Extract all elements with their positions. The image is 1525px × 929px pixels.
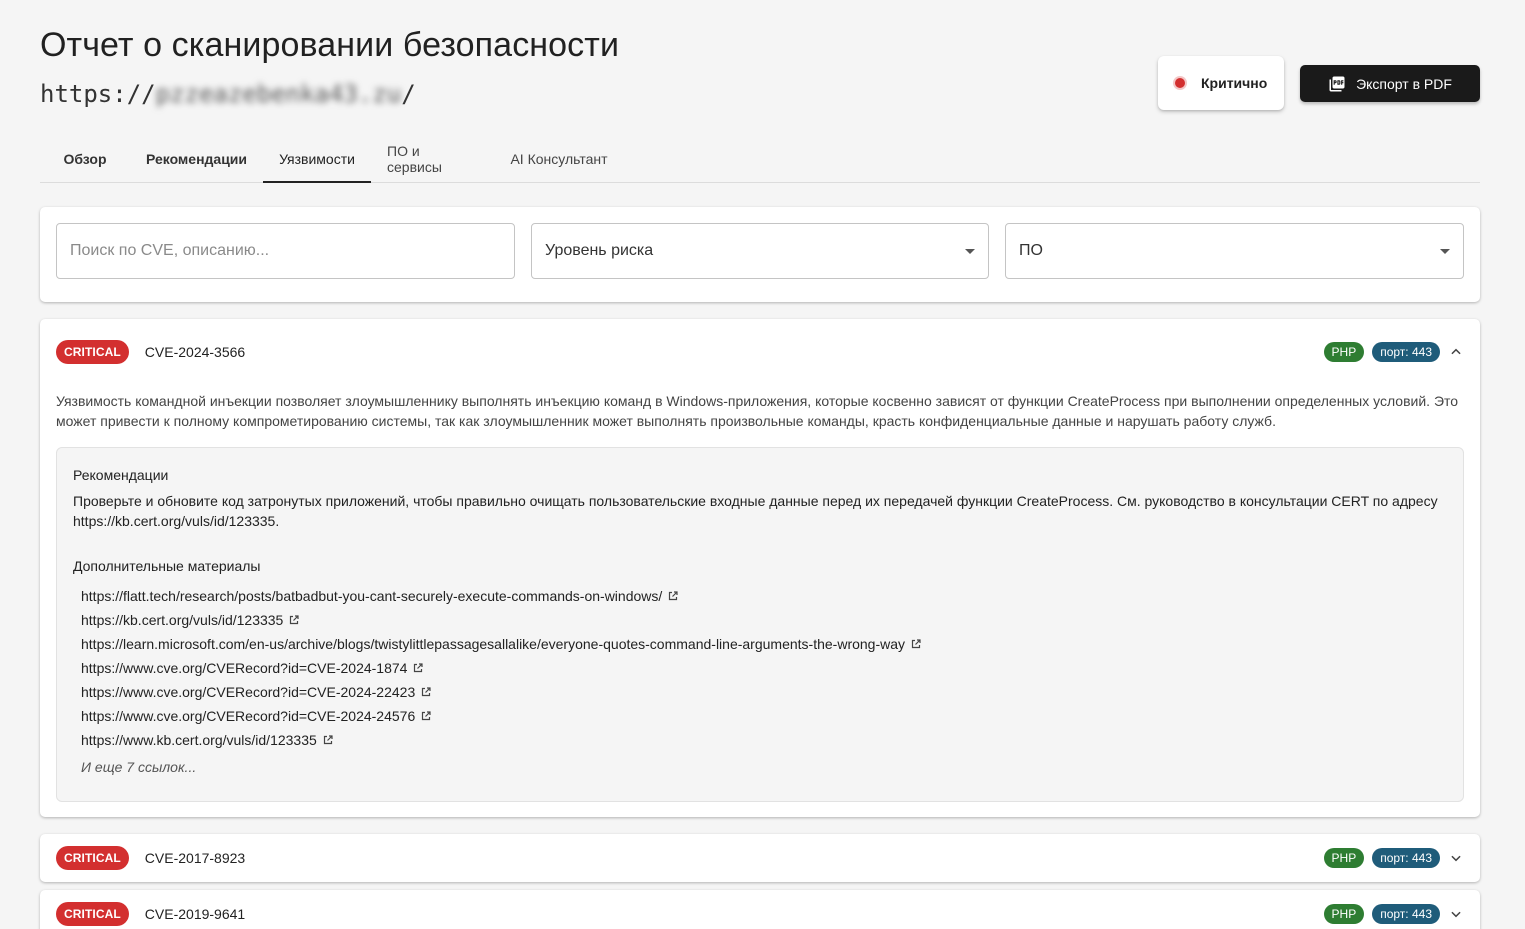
reference-link[interactable]: https://www.cve.org/CVERecord?id=CVE-202… bbox=[81, 680, 922, 704]
tab-software-services[interactable]: ПО и сервисы bbox=[371, 136, 494, 182]
reference-link[interactable]: https://learn.microsoft.com/en-us/archiv… bbox=[81, 632, 922, 656]
tab-overview[interactable]: Обзор bbox=[40, 136, 130, 182]
software-tag: PHP bbox=[1323, 904, 1365, 924]
recommendations-text: Проверьте и обновите код затронутых прил… bbox=[73, 493, 1438, 529]
vulnerability-card: CRITICAL CVE-2017-8923 PHP порт: 443 bbox=[40, 834, 1480, 882]
vulnerability-description: Уязвимость командной инъекции позволяет … bbox=[56, 393, 1459, 429]
reference-link[interactable]: https://www.cve.org/CVERecord?id=CVE-202… bbox=[81, 656, 922, 680]
severity-badge: CRITICAL bbox=[56, 340, 129, 364]
risk-level-select[interactable]: Уровень риска bbox=[531, 223, 989, 279]
url-hidden-host: pzzeazebenka43.zu bbox=[155, 80, 402, 108]
page-title: Отчет о сканировании безопасности bbox=[40, 26, 620, 64]
chevron-down-icon[interactable] bbox=[1448, 906, 1464, 922]
severity-badge: CRITICAL bbox=[56, 902, 129, 926]
external-link-icon bbox=[288, 614, 300, 626]
export-pdf-button[interactable]: Экспорт в PDF bbox=[1300, 65, 1480, 102]
software-select[interactable]: ПО bbox=[1005, 223, 1464, 279]
tab-ai-consultant[interactable]: AI Консультант bbox=[494, 136, 624, 182]
status-badge: Критично bbox=[1158, 56, 1284, 110]
cve-id: CVE-2024-3566 bbox=[144, 344, 246, 360]
vulnerability-card: CRITICAL CVE-2019-9641 PHP порт: 443 bbox=[40, 890, 1480, 929]
port-tag: порт: 443 bbox=[1372, 904, 1440, 924]
chevron-up-icon[interactable] bbox=[1448, 344, 1464, 360]
search-input[interactable] bbox=[70, 242, 501, 260]
external-link-icon bbox=[412, 662, 424, 674]
vulnerability-header[interactable]: CRITICAL CVE-2024-3566 PHP порт: 443 bbox=[56, 340, 1464, 364]
url-suffix: / bbox=[401, 80, 416, 108]
software-label: ПО bbox=[1019, 242, 1043, 259]
recommendations-title: Рекомендации bbox=[73, 467, 169, 483]
cve-id: CVE-2017-8923 bbox=[144, 850, 246, 866]
reference-link[interactable]: https://www.kb.cert.org/vuls/id/123335 bbox=[81, 728, 922, 752]
software-tag: PHP bbox=[1323, 848, 1365, 868]
vulnerability-header[interactable]: CRITICAL CVE-2019-9641 PHP порт: 443 bbox=[56, 902, 1464, 926]
more-links-text: И еще 7 ссылок... bbox=[81, 759, 197, 775]
recommendations-box: Рекомендации Проверьте и обновите код за… bbox=[56, 447, 1464, 802]
tab-recommendations[interactable]: Рекомендации bbox=[130, 136, 263, 182]
chevron-down-icon[interactable] bbox=[1448, 850, 1464, 866]
cve-id: CVE-2019-9641 bbox=[144, 906, 246, 922]
url-prefix: https:// bbox=[40, 80, 156, 108]
export-label: Экспорт в PDF bbox=[1356, 75, 1452, 92]
filter-panel: Уровень риска ПО bbox=[40, 207, 1480, 302]
external-link-icon bbox=[667, 590, 679, 602]
external-link-icon bbox=[910, 638, 922, 650]
reference-links: https://flatt.tech/research/posts/batbad… bbox=[81, 584, 922, 752]
vulnerability-header[interactable]: CRITICAL CVE-2017-8923 PHP порт: 443 bbox=[56, 846, 1464, 870]
scanned-url: https://pzzeazebenka43.zu/ bbox=[40, 80, 416, 108]
tab-vulnerabilities[interactable]: Уязвимости bbox=[263, 136, 371, 183]
external-link-icon bbox=[322, 734, 334, 746]
status-dot-icon bbox=[1173, 76, 1187, 90]
port-tag: порт: 443 bbox=[1372, 342, 1440, 362]
tab-bar: Обзор Рекомендации Уязвимости ПО и серви… bbox=[40, 136, 1480, 183]
port-tag: порт: 443 bbox=[1372, 848, 1440, 868]
status-label: Критично bbox=[1201, 75, 1268, 91]
pdf-icon bbox=[1328, 75, 1346, 93]
external-link-icon bbox=[420, 686, 432, 698]
reference-link[interactable]: https://kb.cert.org/vuls/id/123335 bbox=[81, 608, 922, 632]
severity-badge: CRITICAL bbox=[56, 846, 129, 870]
external-link-icon bbox=[420, 710, 432, 722]
vulnerability-card: CRITICAL CVE-2024-3566 PHP порт: 443 Уяз… bbox=[40, 319, 1480, 817]
search-field[interactable] bbox=[56, 223, 515, 279]
dropdown-arrow-icon bbox=[1440, 248, 1450, 254]
dropdown-arrow-icon bbox=[965, 248, 975, 254]
risk-level-label: Уровень риска bbox=[545, 242, 654, 259]
reference-link[interactable]: https://www.cve.org/CVERecord?id=CVE-202… bbox=[81, 704, 922, 728]
report-header: Отчет о сканировании безопасности https:… bbox=[40, 24, 1480, 124]
software-tag: PHP bbox=[1323, 342, 1365, 362]
materials-title: Дополнительные материалы bbox=[73, 558, 261, 574]
reference-link[interactable]: https://flatt.tech/research/posts/batbad… bbox=[81, 584, 922, 608]
